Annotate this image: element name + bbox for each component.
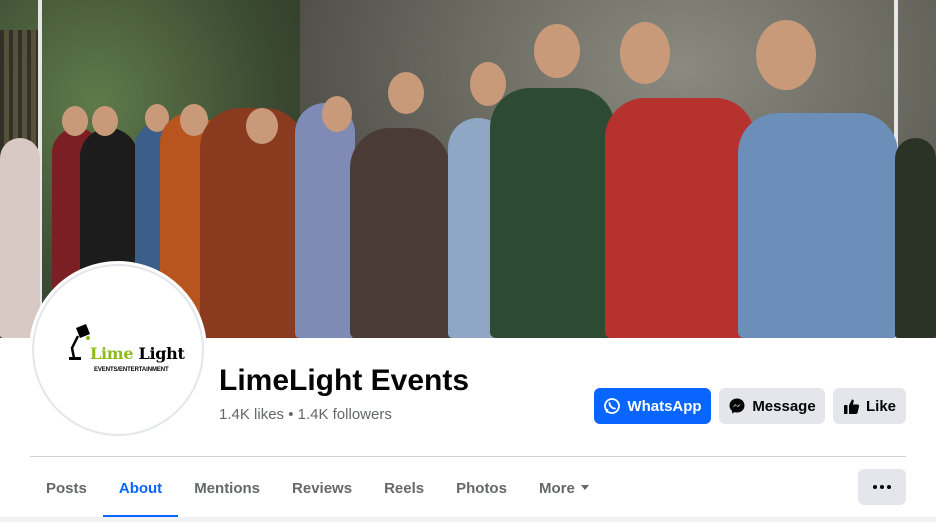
message-button-label: Message (752, 397, 816, 415)
cover-person-head (756, 20, 816, 90)
profile-picture[interactable]: Lime Light EVENTS/ENTERTAINMENT (32, 264, 204, 436)
cover-person-head (246, 108, 278, 144)
tab-label: Mentions (194, 479, 261, 497)
tab-label: Reels (384, 479, 425, 497)
messenger-icon (729, 398, 745, 414)
limelight-logo: Lime Light EVENTS/ENTERTAINMENT (68, 324, 185, 384)
logo-wordmark: Lime Light (90, 344, 185, 363)
cover-person-head (534, 24, 580, 78)
tab-label: About (118, 479, 163, 497)
cover-person (605, 98, 755, 338)
whatsapp-button-label: WhatsApp (627, 397, 702, 415)
cover-person-head (62, 106, 88, 136)
whatsapp-icon (604, 398, 621, 414)
whatsapp-button[interactable]: WhatsApp (594, 388, 711, 424)
tab-posts[interactable]: Posts (30, 458, 103, 518)
logo-tagline: EVENTS/ENTERTAINMENT (94, 367, 169, 373)
cover-person (295, 103, 355, 338)
caret-down-icon (580, 484, 589, 490)
thumbs-up-icon (843, 399, 860, 414)
like-button[interactable]: Like (833, 388, 906, 424)
ellipsis-icon (887, 485, 891, 489)
ellipsis-icon (880, 485, 884, 489)
page-title: LimeLight Events (219, 364, 470, 397)
tab-label: Posts (46, 479, 87, 497)
cover-person-head (322, 96, 352, 132)
cover-person (738, 113, 898, 338)
more-options-button[interactable] (858, 469, 906, 505)
tab-mentions[interactable]: Mentions (178, 458, 276, 518)
tab-about[interactable]: About (102, 458, 179, 518)
like-button-label: Like (865, 397, 896, 415)
tab-more[interactable]: More (523, 458, 605, 518)
cover-person (350, 128, 450, 338)
tab-reels[interactable]: Reels (368, 458, 440, 518)
tab-label: Reviews (292, 479, 353, 497)
page-stats[interactable]: 1.4K likes • 1.4K followers (219, 406, 392, 423)
message-button[interactable]: Message (719, 388, 825, 424)
logo-word-light: Light (138, 344, 185, 363)
facebook-page-header: Lime Light EVENTS/ENTERTAINMENT LimeLigh… (0, 0, 936, 522)
ellipsis-icon (873, 485, 877, 489)
cover-person (895, 138, 936, 338)
cover-person (490, 88, 615, 338)
tab-reviews[interactable]: Reviews (276, 458, 368, 518)
feed-background (0, 517, 936, 522)
cover-person-head (92, 106, 118, 136)
cover-person (0, 138, 40, 338)
header-divider (30, 456, 906, 457)
cover-person-head (620, 22, 670, 84)
tab-label: More (538, 479, 575, 497)
tab-label: Photos (456, 479, 507, 497)
tab-photos[interactable]: Photos (440, 458, 523, 518)
page-tabs: Posts About Mentions Reviews Reels Photo… (30, 458, 605, 518)
cover-person (200, 108, 305, 338)
logo-word-lime: Lime (90, 344, 134, 363)
cover-person-head (388, 72, 424, 114)
